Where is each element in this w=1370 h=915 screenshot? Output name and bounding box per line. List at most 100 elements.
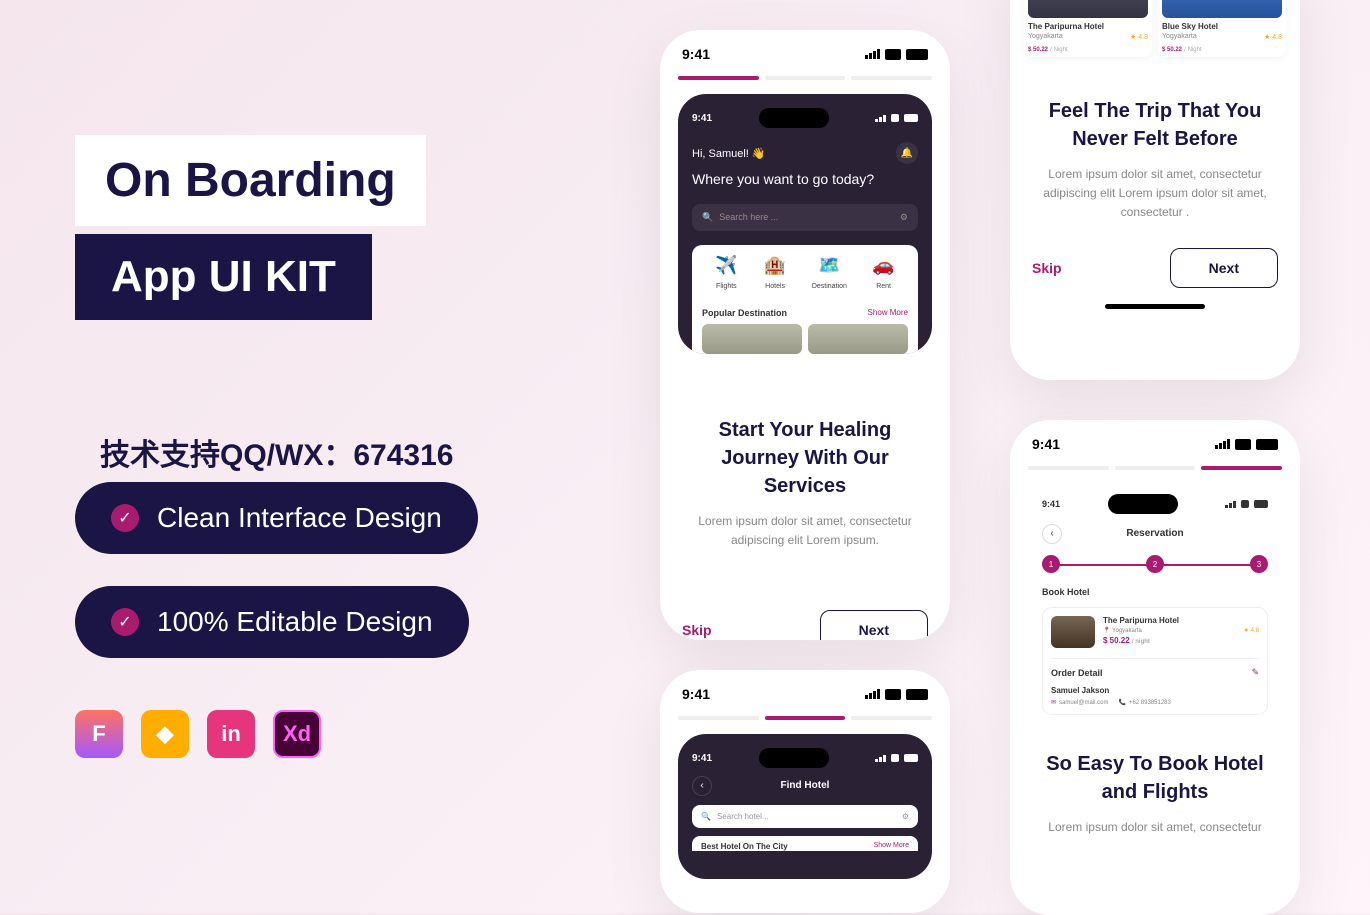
skip-button[interactable]: Skip [682, 622, 712, 638]
progress-step-3 [851, 76, 932, 80]
category-row: ✈️Flights 🏨Hotels 🗺️Destination 🚗Rent [692, 245, 918, 300]
onboarding-subtitle: Lorem ipsum dolor sit amet, consectetur … [1010, 165, 1300, 223]
cat-rent[interactable]: 🚗Rent [872, 255, 896, 290]
find-hotel-title: Find Hotel [781, 780, 830, 791]
onboarding-title: So Easy To Book Hotel and Flights [1010, 715, 1300, 818]
hotel-price: $ 50.22 / Night [1162, 44, 1282, 53]
order-detail-row: Order Detail ✎ [1051, 658, 1259, 686]
step-3: 3 [1250, 555, 1268, 573]
title-line-2: App UI KIT [111, 252, 336, 302]
show-more-link[interactable]: Show More [868, 308, 908, 317]
order-detail-label: Order Detail [1051, 668, 1103, 678]
popular-destination-row: Popular Destination Show More [692, 300, 918, 318]
onboarding-actions: Skip Next [660, 550, 950, 640]
hotel-image: ♡ [1162, 0, 1282, 18]
inner-reservation-preview: 9:41 ‹ Reservation 1 2 3 Book Hotel The … [1028, 484, 1282, 715]
search-placeholder: Search here ... [719, 212, 778, 222]
phone-icon: 📞 [1118, 699, 1125, 706]
hotel-name: The Paripurna Hotel [1103, 616, 1259, 625]
skip-button[interactable]: Skip [1032, 260, 1062, 276]
onboarding-progress [660, 710, 950, 734]
progress-step-2 [765, 716, 846, 720]
search-placeholder: Search hotel... [717, 812, 769, 821]
onboarding-progress [660, 70, 950, 94]
hotel-price: $ 50.22 / night [1103, 636, 1259, 645]
notch [759, 108, 829, 128]
phone-mockup-1: 9:41 9:41 Hi, Samuel! 👋 🔔 Where you want… [660, 30, 950, 640]
progress-step-2 [765, 76, 846, 80]
contact-row: ✉samuel@mail.com 📞+62 893851283 [1051, 699, 1259, 714]
status-icons [865, 49, 928, 60]
edit-icon[interactable]: ✎ [1251, 667, 1259, 678]
find-hotel-header: ‹ Find Hotel [692, 780, 918, 791]
step-2: 2 [1146, 555, 1164, 573]
feature-pill-1: ✓ Clean Interface Design [75, 482, 478, 554]
show-more-link[interactable]: Show More [874, 842, 909, 851]
reservation-steps: 1 2 3 [1042, 555, 1268, 573]
progress-step-1 [678, 716, 759, 720]
check-icon: ✓ [111, 608, 139, 636]
filter-icon[interactable]: ⚙ [902, 812, 909, 821]
progress-step-1 [678, 76, 759, 80]
filter-icon[interactable]: ⚙ [900, 212, 908, 223]
destination-image[interactable] [702, 324, 802, 354]
phone-mockup-4: 9:41 9:41 ‹ Find Hotel 🔍 Search hotel...… [660, 670, 950, 913]
progress-step-3 [1201, 466, 1282, 470]
status-time: 9:41 [682, 686, 710, 702]
search-input[interactable]: 🔍 Search here ... ⚙ [692, 204, 918, 231]
onboarding-title: Start Your Healing Journey With Our Serv… [660, 366, 950, 512]
next-button[interactable]: Next [1170, 248, 1278, 288]
title-line-1: On Boarding [105, 153, 396, 208]
cat-flights[interactable]: ✈️Flights [714, 255, 738, 290]
status-bar: 9:41 [1010, 420, 1300, 460]
onboarding-title: Feel The Trip That You Never Felt Before [1010, 57, 1300, 165]
progress-step-3 [851, 716, 932, 720]
reservation-card: The Paripurna Hotel 📍 Yogyakarta★ 4.8 $ … [1042, 607, 1268, 715]
notch [759, 748, 829, 768]
signal-icon [865, 49, 880, 59]
destination-images [692, 318, 918, 354]
best-hotel-title: Best Hotel On The City [701, 842, 788, 851]
progress-step-1 [1028, 466, 1109, 470]
inner-find-hotel-preview: 9:41 ‹ Find Hotel 🔍 Search hotel... ⚙ Be… [678, 734, 932, 879]
step-1: 1 [1042, 555, 1060, 573]
onboarding-subtitle: Lorem ipsum dolor sit amet, consectetur [1010, 818, 1300, 837]
home-indicator [1105, 304, 1205, 309]
hotel-card-1[interactable]: ♡ The Paripurna Hotel Yogyakarta★ 4.8 $ … [1024, 0, 1152, 57]
destination-image[interactable] [808, 324, 908, 354]
bell-icon[interactable]: 🔔 [896, 142, 918, 164]
status-time: 9:41 [1032, 436, 1060, 452]
status-icons [1215, 439, 1278, 450]
battery-icon [906, 49, 928, 60]
search-icon: 🔍 [702, 212, 713, 223]
inner-home-preview: 9:41 Hi, Samuel! 👋 🔔 Where you want to g… [678, 94, 932, 354]
watermark-text: 技术支持QQ/WX：674316 [100, 430, 555, 474]
onboarding-actions: Skip Next [1010, 223, 1300, 296]
cat-destination[interactable]: 🗺️Destination [812, 255, 847, 290]
left-panel: On Boarding App UI KIT 技术支持QQ/WX：674316 … [75, 135, 555, 658]
popular-destination-title: Popular Destination [702, 308, 787, 318]
check-icon: ✓ [111, 504, 139, 532]
hotel-card-2[interactable]: ♡ Blue Sky Hotel Yogyakarta★ 4.8 $ 50.22… [1158, 0, 1286, 57]
onboarding-progress [1010, 460, 1300, 484]
status-bar: 9:41 [660, 670, 950, 710]
back-icon[interactable]: ‹ [1042, 524, 1062, 544]
xd-icon: Xd [273, 710, 321, 758]
status-time: 9:41 [682, 46, 710, 62]
hotel-image [1051, 616, 1095, 648]
feature-pill-2: ✓ 100% Editable Design [75, 586, 469, 658]
notch [1108, 494, 1178, 514]
feature-2-text: 100% Editable Design [157, 606, 433, 638]
phone-mockup-2: Best Hotel On The City Show More ♡ The P… [1010, 0, 1300, 380]
back-icon[interactable]: ‹ [692, 776, 712, 796]
next-button[interactable]: Next [820, 610, 928, 640]
search-icon: 🔍 [701, 812, 711, 821]
cat-hotels[interactable]: 🏨Hotels [763, 255, 787, 290]
phone-mockup-3: 9:41 9:41 ‹ Reservation 1 2 3 Book Hotel [1010, 420, 1300, 915]
search-input[interactable]: 🔍 Search hotel... ⚙ [692, 805, 918, 828]
figma-icon: F [75, 710, 123, 758]
hotel-cards-row: ♡ The Paripurna Hotel Yogyakarta★ 4.8 $ … [1010, 0, 1300, 57]
wifi-icon [885, 49, 901, 60]
greeting-text: Hi, Samuel! 👋 [692, 147, 766, 160]
email-icon: ✉ [1051, 699, 1056, 706]
